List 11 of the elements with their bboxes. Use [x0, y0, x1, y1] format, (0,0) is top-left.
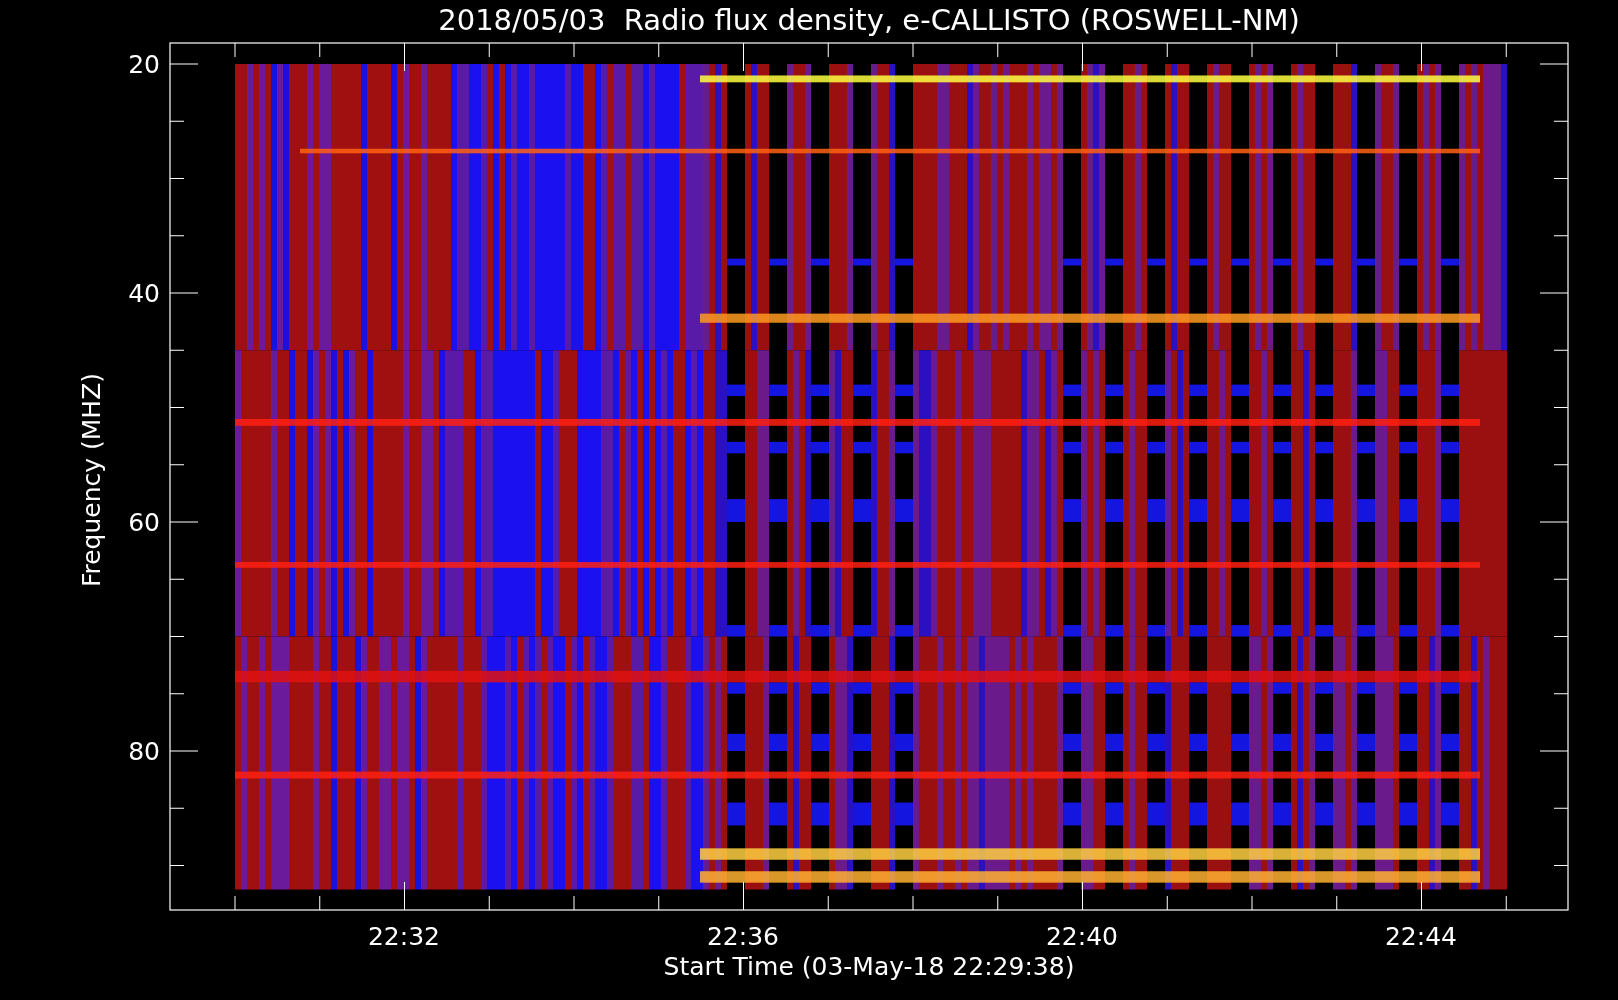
x-tick-label: 22:44 — [1385, 922, 1457, 951]
x-tick-label: 22:40 — [1046, 922, 1118, 951]
y-tick-label: 60 — [128, 508, 160, 537]
y-tick-label: 20 — [128, 50, 160, 79]
x-tick-label: 22:32 — [368, 922, 440, 951]
x-tick-label: 22:36 — [707, 922, 779, 951]
y-tick-label: 80 — [128, 737, 160, 766]
chart-title: 2018/05/03 Radio flux density, e-CALLISTO (ROSWELL-NM) — [438, 3, 1300, 37]
x-axis-label: Start Time (03-May-18 22:29:38) — [663, 952, 1075, 981]
y-axis-label: Frequency (MHZ) — [77, 372, 106, 588]
y-tick-label: 40 — [128, 279, 160, 308]
